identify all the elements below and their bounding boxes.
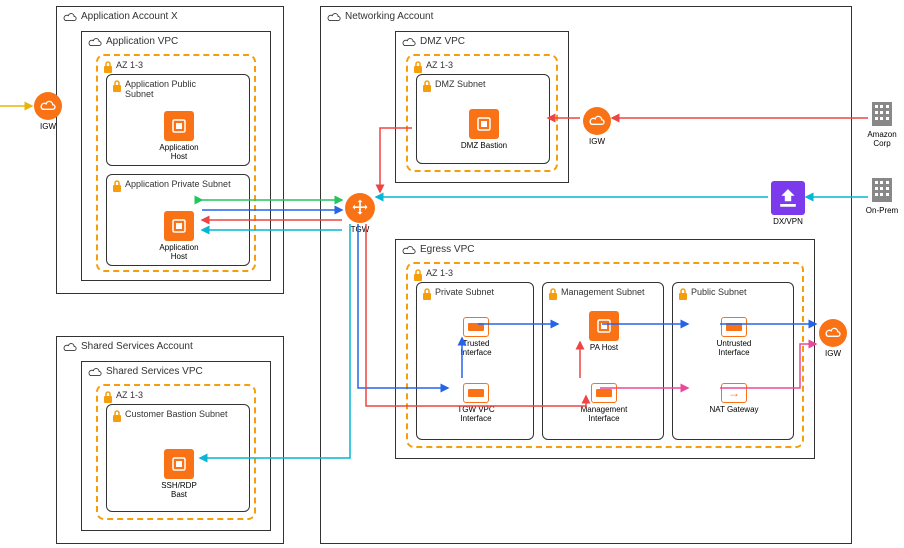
- node-label: Management Interface: [579, 405, 629, 423]
- igw-label: IGW: [572, 137, 622, 146]
- igw-label: IGW: [23, 122, 73, 131]
- az-box: AZ 1-3 Application Public Subnet Applica…: [96, 54, 256, 272]
- lock-icon: [111, 79, 123, 93]
- account-title: Shared Services Account: [81, 341, 193, 352]
- az-label: AZ 1-3: [116, 60, 143, 70]
- eni-icon: [591, 383, 617, 403]
- building-icon: [870, 176, 894, 204]
- app-private-subnet: Application Private Subnet Application H…: [106, 174, 250, 266]
- az-label: AZ 1-3: [116, 390, 143, 400]
- egress-private-subnet: Private Subnet Trusted Interface TGW VPC…: [416, 282, 534, 440]
- lock-icon: [412, 268, 424, 282]
- egress-vpc-box: Egress VPC AZ 1-3 Private Subnet Trusted…: [395, 239, 815, 459]
- subnet-title: Management Subnet: [561, 287, 645, 297]
- cloud-icon: [402, 37, 416, 47]
- building-label: Amazon Corp: [862, 130, 902, 148]
- tgw-icon: [345, 193, 375, 223]
- node-label: DMZ Bastion: [459, 141, 509, 150]
- vpc-title: DMZ VPC: [420, 36, 465, 47]
- igw-icon: [34, 92, 62, 120]
- lock-icon: [412, 60, 424, 74]
- subnet-title: Application Public Subnet: [125, 79, 225, 99]
- subnet-title: Customer Bastion Subnet: [125, 409, 235, 419]
- ec2-icon: [589, 311, 619, 341]
- az-label: AZ 1-3: [426, 60, 453, 70]
- cloud-icon: [63, 342, 77, 352]
- vpc-title: Egress VPC: [420, 244, 474, 255]
- az-box: AZ 1-3 Private Subnet Trusted Interface …: [406, 262, 804, 448]
- igw-label: IGW: [808, 349, 858, 358]
- dmz-subnet: DMZ Subnet DMZ Bastion: [416, 74, 550, 164]
- vpc-title: Shared Services VPC: [106, 366, 203, 377]
- vpc-title: Application VPC: [106, 36, 178, 47]
- lock-icon: [111, 179, 123, 193]
- node-label: Application Host: [154, 143, 204, 161]
- tgw-label: TGW: [335, 225, 385, 234]
- building-label: On-Prem: [862, 206, 902, 215]
- node-label: TGW VPC Interface: [451, 405, 501, 423]
- lock-icon: [102, 390, 114, 404]
- nat-icon: [721, 383, 747, 403]
- lock-icon: [547, 287, 559, 301]
- lock-icon: [677, 287, 689, 301]
- lock-icon: [421, 287, 433, 301]
- app-public-subnet: Application Public Subnet Application Ho…: [106, 74, 250, 166]
- account-title: Networking Account: [345, 11, 433, 22]
- cloud-icon: [88, 37, 102, 47]
- node-label: PA Host: [579, 343, 629, 352]
- node-label: SSH/RDP Bast: [154, 481, 204, 499]
- ec2-icon: [164, 111, 194, 141]
- igw-icon: [819, 319, 847, 347]
- cloud-icon: [327, 12, 341, 22]
- bastion-subnet: Customer Bastion Subnet SSH/RDP Bast: [106, 404, 250, 512]
- lock-icon: [102, 60, 114, 74]
- dxvpn-icon: [771, 181, 805, 215]
- building-icon: [870, 100, 894, 128]
- eni-icon: [463, 383, 489, 403]
- ec2-icon: [164, 211, 194, 241]
- subnet-title: DMZ Subnet: [435, 79, 486, 89]
- subnet-title: Application Private Subnet: [125, 179, 235, 189]
- application-account-box: Application Account X Application VPC AZ…: [56, 6, 284, 294]
- shared-services-account-box: Shared Services Account Shared Services …: [56, 336, 284, 544]
- dmz-vpc-box: DMZ VPC AZ 1-3 DMZ Subnet DMZ Bastion: [395, 31, 569, 183]
- egress-public-subnet: Public Subnet Untrusted Interface NAT Ga…: [672, 282, 794, 440]
- node-label: Application Host: [154, 243, 204, 261]
- node-label: Trusted Interface: [451, 339, 501, 357]
- lock-icon: [421, 79, 433, 93]
- subnet-title: Private Subnet: [435, 287, 494, 297]
- egress-mgmt-subnet: Management Subnet PA Host Management Int…: [542, 282, 664, 440]
- cloud-icon: [63, 12, 77, 22]
- eni-icon: [721, 317, 747, 337]
- az-label: AZ 1-3: [426, 268, 453, 278]
- igw-icon: [583, 107, 611, 135]
- lock-icon: [111, 409, 123, 423]
- subnet-title: Public Subnet: [691, 287, 747, 297]
- cloud-icon: [402, 245, 416, 255]
- shared-services-vpc-box: Shared Services VPC AZ 1-3 Customer Bast…: [81, 361, 271, 531]
- ec2-icon: [469, 109, 499, 139]
- dxvpn-label: DX/VPN: [763, 217, 813, 226]
- node-label: Untrusted Interface: [709, 339, 759, 357]
- eni-icon: [463, 317, 489, 337]
- ec2-icon: [164, 449, 194, 479]
- networking-account-box: Networking Account DMZ VPC AZ 1-3 DMZ Su…: [320, 6, 852, 544]
- node-label: NAT Gateway: [709, 405, 759, 414]
- application-vpc-box: Application VPC AZ 1-3 Application Publi…: [81, 31, 271, 281]
- account-title: Application Account X: [81, 11, 178, 22]
- cloud-icon: [88, 367, 102, 377]
- az-box: AZ 1-3 DMZ Subnet DMZ Bastion: [406, 54, 558, 172]
- az-box: AZ 1-3 Customer Bastion Subnet SSH/RDP B…: [96, 384, 256, 520]
